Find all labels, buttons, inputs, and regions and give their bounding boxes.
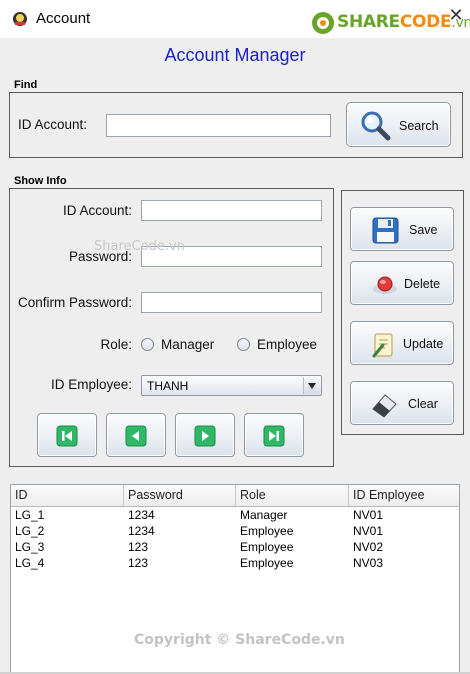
cell-role: Employee <box>240 540 294 554</box>
eraser-icon <box>372 394 397 418</box>
save-label: Save <box>409 223 438 237</box>
chevron-down-icon[interactable] <box>303 377 320 394</box>
previous-record-button[interactable] <box>106 413 166 457</box>
update-icon <box>372 333 393 358</box>
first-icon <box>56 425 78 447</box>
info-id-label: ID Account: <box>62 203 132 218</box>
column-header-id[interactable]: ID <box>11 485 124 506</box>
find-id-label: ID Account: <box>18 117 88 132</box>
last-record-button[interactable] <box>244 413 304 457</box>
cell-id-employee: NV02 <box>353 540 384 554</box>
role-manager-radio[interactable] <box>141 338 154 351</box>
cell-password: 123 <box>128 556 149 570</box>
next-icon <box>194 425 216 447</box>
cell-id-employee: NV01 <box>353 508 384 522</box>
cell-id-employee: NV01 <box>353 524 384 538</box>
cell-password: 1234 <box>128 524 155 538</box>
cell-id: LG_2 <box>15 524 45 538</box>
cell-role: Manager <box>240 508 288 522</box>
id-employee-value: THANH <box>147 379 189 393</box>
window-title: Account <box>36 10 91 27</box>
delete-label: Delete <box>404 277 441 291</box>
delete-icon <box>373 276 397 294</box>
first-record-button[interactable] <box>37 413 97 457</box>
id-employee-select[interactable]: THANH <box>141 375 322 396</box>
column-header-role[interactable]: Role <box>236 485 349 506</box>
cell-id: LG_1 <box>15 508 45 522</box>
table-row[interactable]: LG_4 123 Employee NV03 <box>11 555 459 571</box>
previous-icon <box>125 425 147 447</box>
save-icon <box>372 217 399 244</box>
column-header-password[interactable]: Password <box>124 485 236 506</box>
cell-role: Employee <box>240 524 294 538</box>
cell-password: 123 <box>128 540 149 554</box>
close-icon[interactable]: ✕ <box>446 5 466 25</box>
title-bar: Account SHARECODE.vn ✕ <box>0 0 470 38</box>
java-app-icon <box>13 12 27 26</box>
cell-password: 1234 <box>128 508 155 522</box>
table-row[interactable]: LG_3 123 Employee NV02 <box>11 539 459 555</box>
account-window: Account SHARECODE.vn ✕ Account Manager F… <box>0 0 470 674</box>
page-title: Account Manager <box>164 45 306 65</box>
info-id-input[interactable] <box>141 200 322 221</box>
find-id-input[interactable] <box>106 114 331 137</box>
sharecode-logo-icon <box>312 12 334 34</box>
confirm-password-label: Confirm Password: <box>17 295 132 310</box>
clear-button[interactable]: Clear <box>350 381 454 425</box>
role-manager-label[interactable]: Manager <box>161 337 214 352</box>
delete-button[interactable]: Delete <box>350 261 454 305</box>
confirm-password-input[interactable] <box>141 292 322 313</box>
next-record-button[interactable] <box>175 413 235 457</box>
clear-label: Clear <box>408 397 438 411</box>
search-label: Search <box>399 119 439 133</box>
watermark-copyright: Copyright © ShareCode.vn <box>134 632 345 648</box>
table-row[interactable]: LG_1 1234 Manager NV01 <box>11 507 459 523</box>
table-row[interactable]: LG_2 1234 Employee NV01 <box>11 523 459 539</box>
show-info-group-title: Show Info <box>14 175 67 187</box>
cell-id-employee: NV03 <box>353 556 384 570</box>
cell-id: LG_3 <box>15 540 45 554</box>
role-employee-radio[interactable] <box>237 338 250 351</box>
column-header-id-employee[interactable]: ID Employee <box>349 485 459 506</box>
update-label: Update <box>403 337 444 351</box>
search-button[interactable]: Search <box>346 102 451 147</box>
cell-id: LG_4 <box>15 556 45 570</box>
watermark-center: ShareCode.vn <box>94 239 185 254</box>
table-header: ID Password Role ID Employee <box>11 485 459 507</box>
save-button[interactable]: Save <box>350 207 454 251</box>
role-employee-label[interactable]: Employee <box>257 337 317 352</box>
cell-role: Employee <box>240 556 294 570</box>
update-button[interactable]: Update <box>350 321 454 365</box>
role-label: Role: <box>100 337 132 352</box>
find-group-title: Find <box>14 79 38 91</box>
id-employee-label: ID Employee: <box>50 377 132 392</box>
last-icon <box>263 425 285 447</box>
search-icon <box>361 111 391 141</box>
